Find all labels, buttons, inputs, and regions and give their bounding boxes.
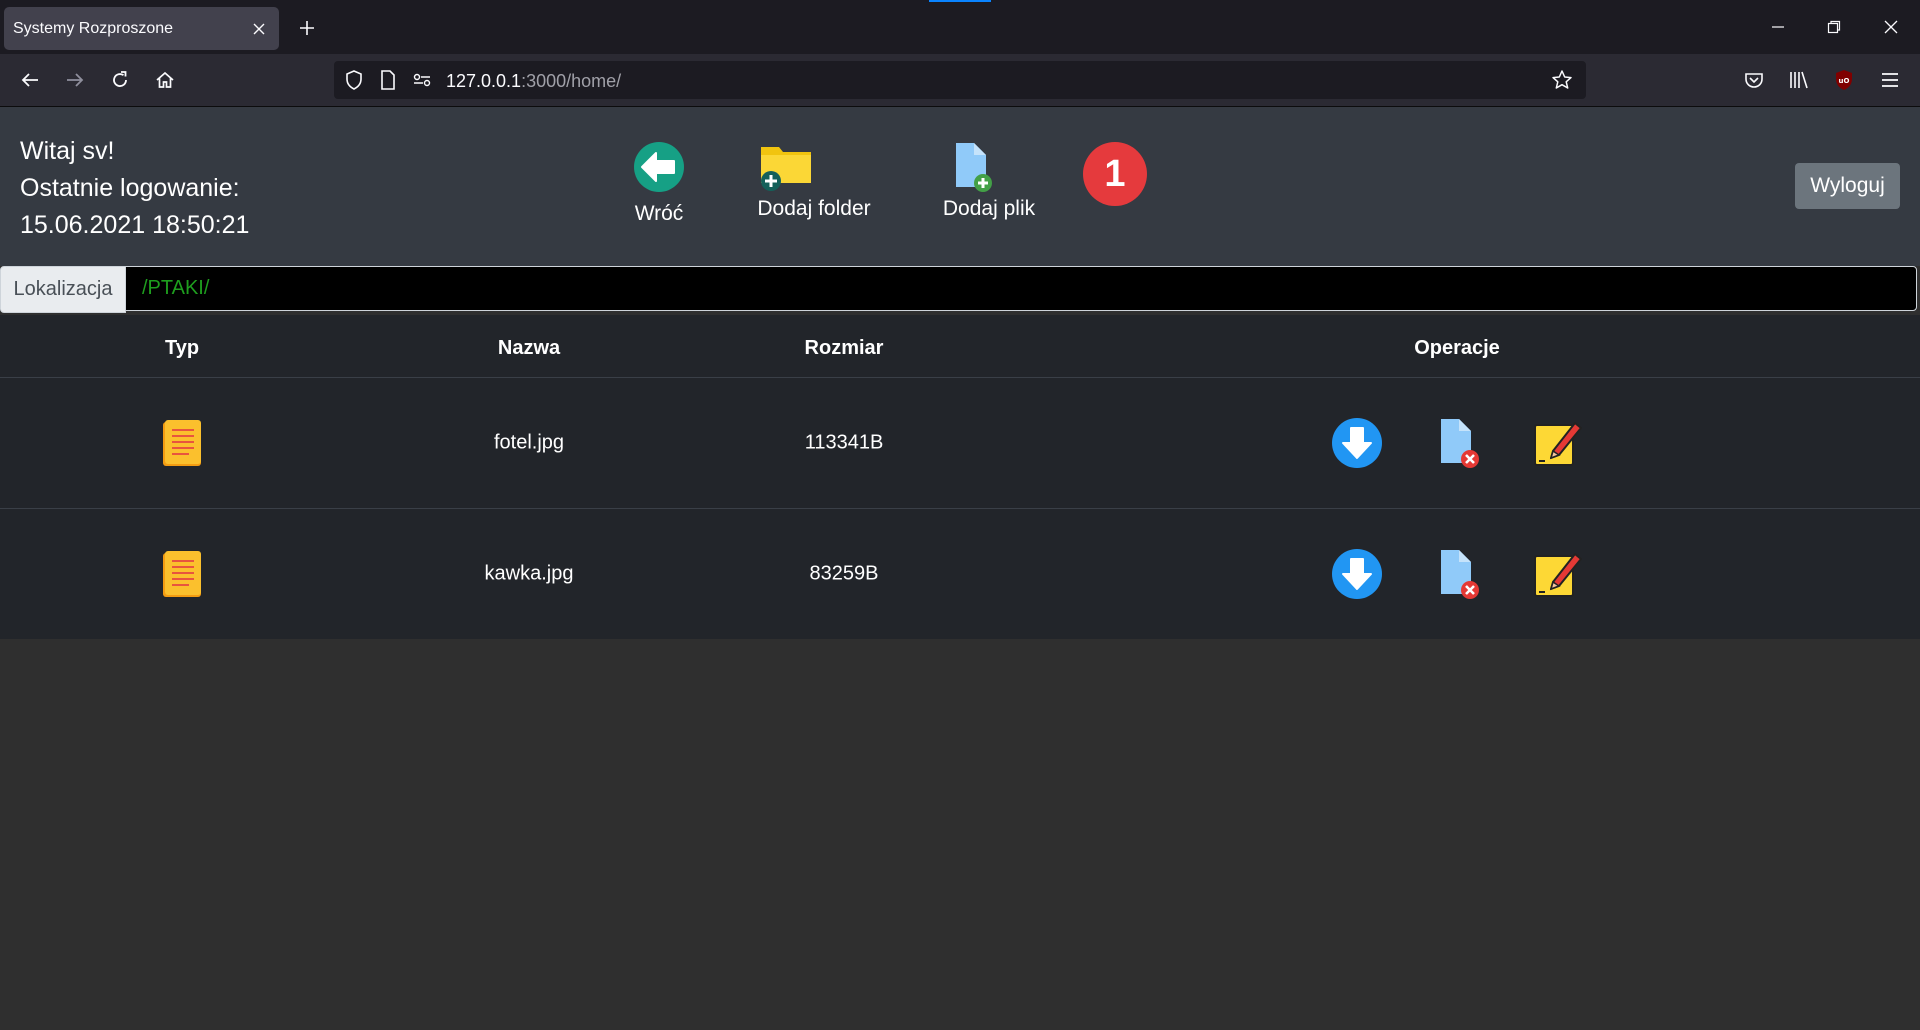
- greeting-text: Witaj sv!: [20, 137, 115, 165]
- library-icon[interactable]: [1783, 64, 1815, 96]
- location-label: Lokalizacja: [0, 266, 126, 313]
- pocket-icon[interactable]: [1738, 64, 1770, 96]
- forward-arrow-icon[interactable]: [59, 64, 91, 96]
- ublock-origin-icon[interactable]: uO: [1828, 64, 1860, 96]
- back-label: Wróć: [634, 202, 684, 225]
- last-login-value: 15.06.2021 18:50:21: [20, 211, 250, 239]
- app-header: Witaj sv! Ostatnie logowanie: 15.06.2021…: [0, 107, 1920, 266]
- add-folder-button[interactable]: Dodaj folder: [757, 141, 871, 221]
- restore-icon[interactable]: [1819, 12, 1849, 42]
- table-row: fotel.jpg 113341B: [0, 378, 1920, 508]
- minimize-icon[interactable]: [1763, 12, 1793, 42]
- menu-hamburger-icon[interactable]: [1874, 64, 1906, 96]
- add-folder-label: Dodaj folder: [757, 197, 871, 220]
- table-row: kawka.jpg 83259B: [0, 509, 1920, 639]
- new-tab-icon[interactable]: [294, 15, 320, 41]
- add-file-label: Dodaj plik: [942, 197, 1036, 220]
- file-document-icon: [161, 549, 203, 599]
- folder-add-icon: [758, 141, 870, 193]
- file-size: 113341B: [804, 431, 884, 454]
- location-path-field[interactable]: /PTAKI/: [125, 266, 1917, 311]
- url-text: 127.0.0.1:3000/home/: [446, 71, 621, 92]
- url-host: 127.0.0.1: [446, 71, 522, 91]
- notification-counter-badge: 1: [1083, 142, 1147, 206]
- close-window-icon[interactable]: [1876, 12, 1906, 42]
- column-header-type: Typ: [164, 337, 200, 359]
- back-arrow-circle-icon: [633, 141, 685, 198]
- delete-file-icon[interactable]: [1435, 548, 1481, 600]
- page-icon[interactable]: [376, 68, 400, 92]
- tab-bar-accent: [929, 0, 991, 2]
- file-size: 83259B: [809, 562, 879, 585]
- browser-tab-bar: Systemy Rozproszone: [0, 0, 1920, 54]
- browser-nav-bar: 127.0.0.1:3000/home/ uO: [0, 54, 1920, 107]
- column-header-size: Rozmiar: [804, 337, 884, 359]
- location-bar: Lokalizacja /PTAKI/: [0, 266, 1920, 313]
- last-login-label: Ostatnie logowanie:: [20, 174, 240, 202]
- file-name: kawka.jpg: [484, 562, 574, 585]
- url-bar[interactable]: 127.0.0.1:3000/home/: [334, 61, 1586, 99]
- download-icon[interactable]: [1331, 548, 1383, 600]
- edit-file-icon[interactable]: [1531, 548, 1583, 600]
- file-document-icon: [161, 418, 203, 468]
- tab-title: Systemy Rozproszone: [13, 19, 174, 37]
- shield-icon[interactable]: [342, 68, 366, 92]
- logout-button[interactable]: Wyloguj: [1795, 163, 1900, 209]
- download-icon[interactable]: [1331, 417, 1383, 469]
- back-arrow-icon[interactable]: [14, 64, 46, 96]
- edit-file-icon[interactable]: [1531, 417, 1583, 469]
- file-add-icon: [943, 141, 1035, 193]
- home-icon[interactable]: [149, 64, 181, 96]
- url-path: :3000/home/: [521, 71, 622, 91]
- back-button[interactable]: Wróć: [632, 141, 686, 226]
- column-header-name: Nazwa: [497, 337, 561, 359]
- column-header-operations: Operacje: [1414, 337, 1500, 359]
- browser-tab[interactable]: Systemy Rozproszone: [4, 7, 279, 50]
- file-table: Typ Nazwa Rozmiar Operacje fotel.jpg 113…: [0, 315, 1920, 639]
- reload-icon[interactable]: [104, 64, 136, 96]
- svg-text:uO: uO: [1839, 77, 1850, 85]
- delete-file-icon[interactable]: [1435, 417, 1481, 469]
- permissions-icon[interactable]: [410, 68, 434, 92]
- file-name: fotel.jpg: [493, 431, 565, 454]
- greeting-block: Witaj sv! Ostatnie logowanie: 15.06.2021…: [20, 133, 249, 244]
- close-tab-icon[interactable]: [249, 19, 269, 39]
- bookmark-star-icon[interactable]: [1550, 68, 1574, 92]
- add-file-button[interactable]: Dodaj plik: [943, 141, 1035, 221]
